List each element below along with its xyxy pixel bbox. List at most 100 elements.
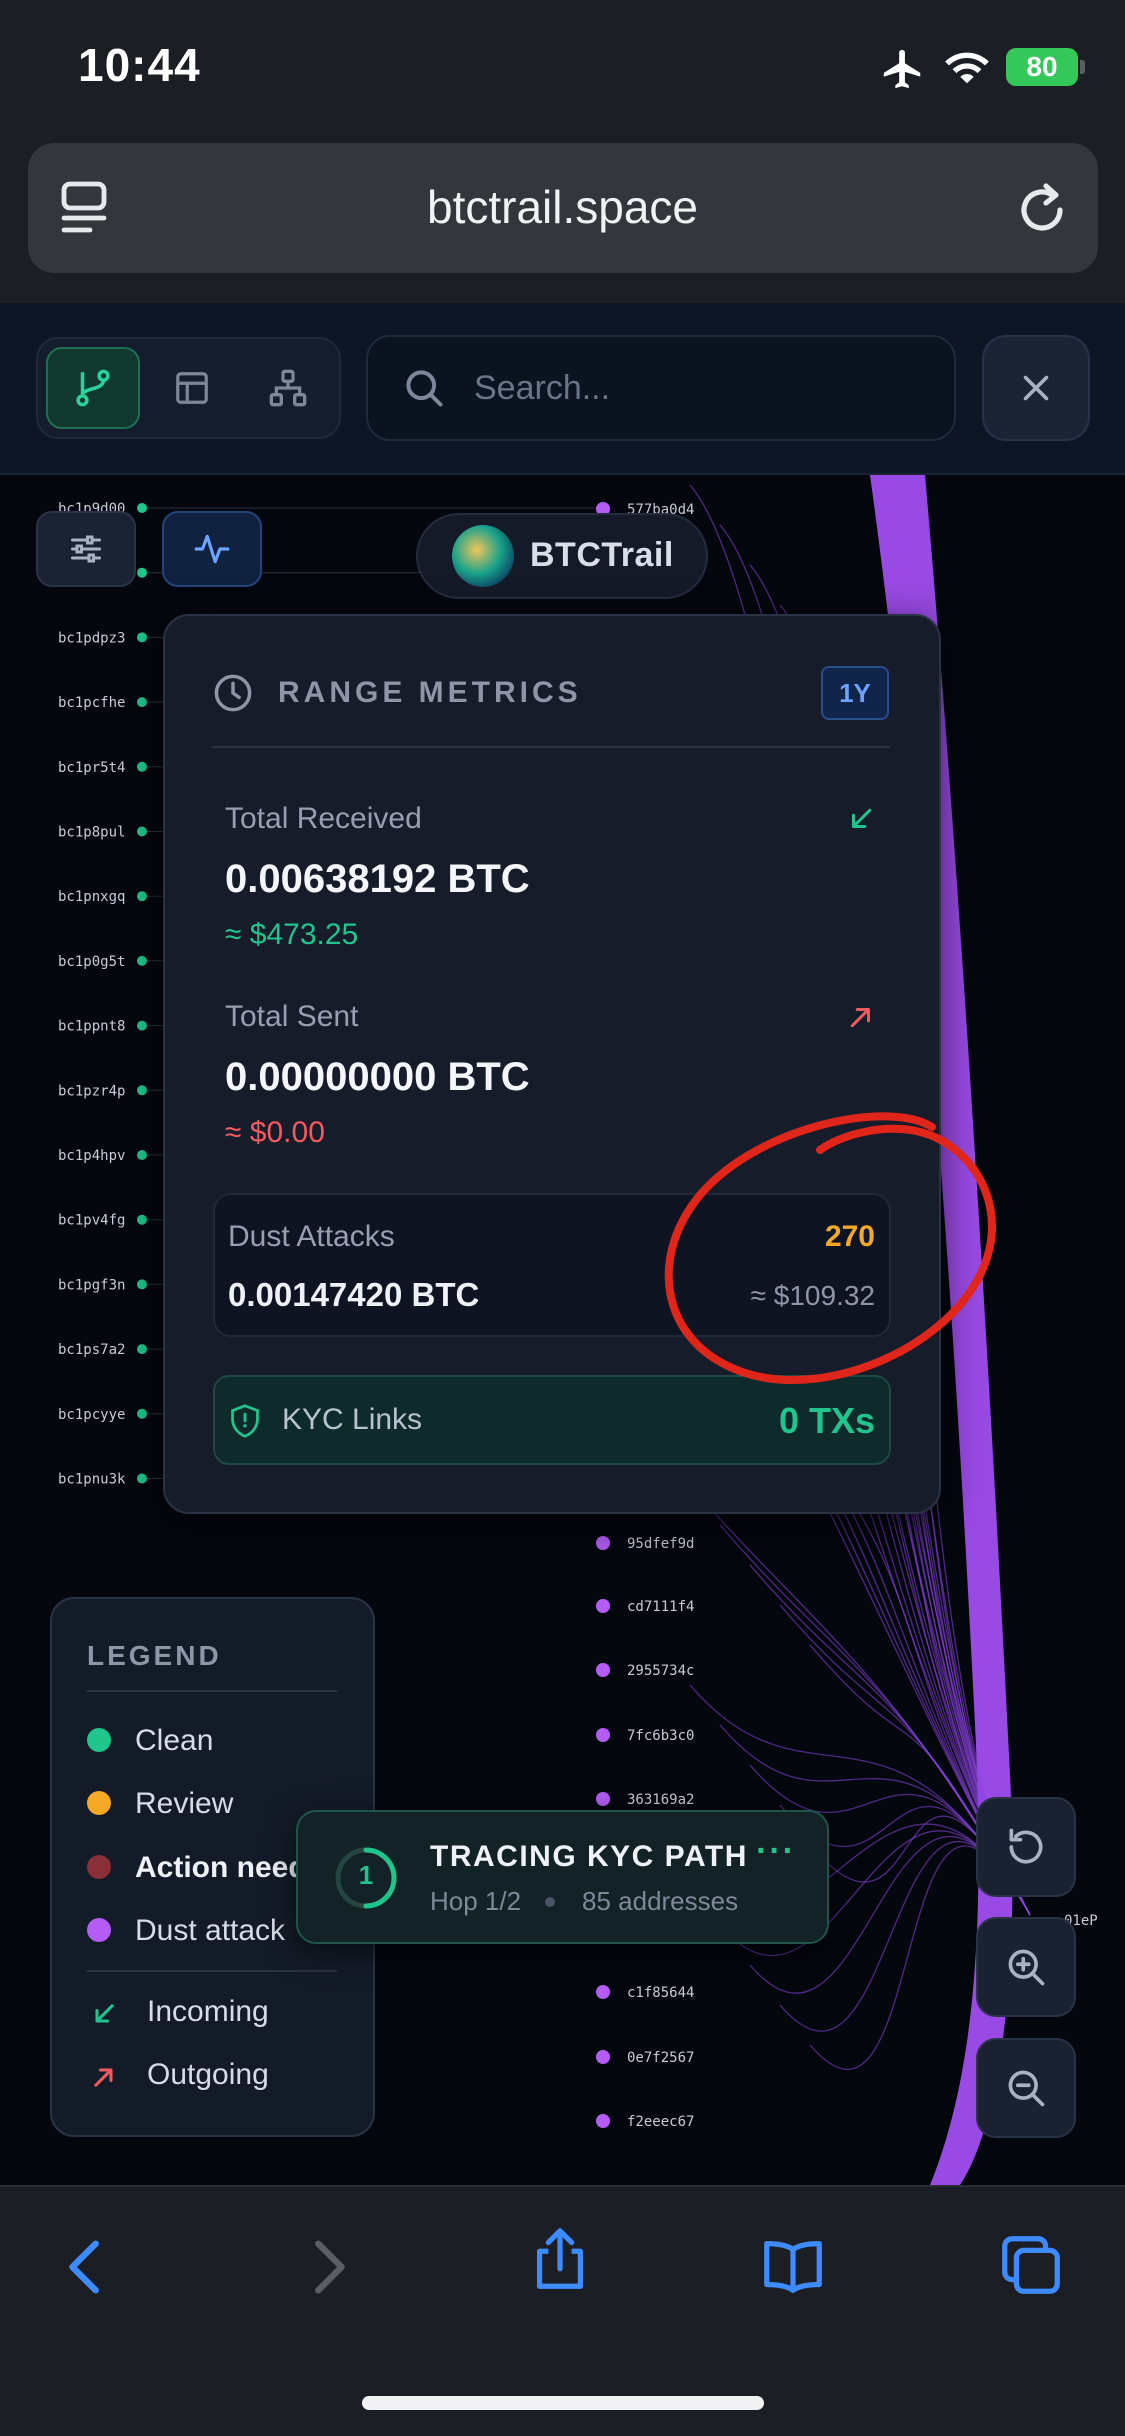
activity-button[interactable] [162, 511, 262, 587]
network-icon [269, 369, 307, 407]
trace-hop: Hop 1/2 [430, 1886, 522, 1916]
dust-node [596, 2050, 610, 2064]
rotate-ccw-icon [1009, 1828, 1043, 1864]
range-badge[interactable]: 1Y [821, 666, 889, 720]
dust-node [596, 1663, 610, 1677]
zoom-in-icon [1008, 1949, 1045, 1986]
legend-clean-dot [87, 1728, 111, 1752]
graph-view-button[interactable] [46, 347, 140, 429]
outgoing-arrow-icon [94, 2068, 113, 2087]
address-node [137, 826, 147, 837]
tx-label: 0e7f2567 [627, 2050, 694, 2066]
address-node [137, 632, 147, 643]
tx-label: 95dfef9d [627, 1536, 694, 1552]
dust-node [596, 1536, 610, 1550]
trace-title: TRACING KYC PATH [430, 1840, 748, 1873]
tree-view-button[interactable] [244, 347, 332, 429]
tx-label: 363169a2 [627, 1792, 694, 1808]
brand-logo [452, 525, 514, 587]
address-node [137, 1214, 147, 1225]
legend-outgoing-label: Outgoing [147, 2058, 269, 2091]
wifi-icon [945, 52, 989, 84]
filters-button[interactable] [36, 511, 136, 587]
legend-title: LEGEND [87, 1640, 222, 1671]
address-label: bc1pdpz3 [58, 630, 125, 646]
address-node [137, 1473, 147, 1484]
outgoing-arrow-icon [850, 1008, 870, 1028]
clock-icon [214, 674, 252, 712]
reload-icon[interactable] [1016, 180, 1070, 236]
shield-icon [231, 1404, 259, 1438]
zoom-in-button[interactable] [976, 1917, 1076, 2017]
sliders-icon [71, 535, 101, 563]
dust-attacks-label: Dust Attacks [228, 1220, 395, 1253]
url-text[interactable]: btctrail.space [0, 180, 1125, 234]
legend-dust-dot [87, 1918, 111, 1942]
legend-action-label: Action need [135, 1851, 307, 1884]
share-icon[interactable] [525, 2225, 595, 2295]
address-node [137, 503, 147, 513]
dust-node [596, 1599, 610, 1613]
address-node [137, 1085, 147, 1096]
git-branch-icon [76, 369, 110, 407]
address-node [137, 955, 147, 966]
dust-node [596, 1792, 610, 1806]
forward-icon[interactable] [292, 2232, 362, 2302]
search-input[interactable] [474, 357, 934, 419]
address-label: bc1pnxgq [58, 889, 125, 905]
address-label: bc1pzr4p [58, 1083, 125, 1099]
close-button[interactable] [982, 335, 1090, 441]
legend-dust-label: Dust attack [135, 1914, 286, 1947]
total-sent-fiat: ≈ $0.00 [225, 1116, 325, 1149]
address-label: bc1ppnt8 [58, 1019, 125, 1035]
total-sent-label: Total Sent [225, 1000, 359, 1033]
kyc-links-count: 0 TXs [778, 1400, 875, 1441]
reset-view-button[interactable] [976, 1797, 1076, 1897]
address-label: bc1p8pul [58, 825, 125, 841]
address-node [137, 1020, 147, 1031]
total-received-fiat: ≈ $473.25 [225, 918, 359, 951]
address-label: bc1pr5t4 [58, 760, 125, 776]
activity-icon [194, 534, 230, 564]
legend-action-dot [87, 1855, 111, 1879]
address-label: bc1ps7a2 [58, 1342, 125, 1358]
tx-label: 7fc6b3c0 [627, 1728, 694, 1744]
bookmarks-icon[interactable] [758, 2232, 828, 2302]
dust-node [596, 1728, 610, 1742]
legend-divider [87, 1690, 337, 1692]
search-icon [406, 370, 443, 407]
tx-label: 2955734c [627, 1663, 694, 1679]
more-icon[interactable]: ··· [756, 1832, 796, 1871]
airplane-icon [883, 49, 921, 89]
legend-incoming-label: Incoming [147, 1995, 269, 2028]
incoming-arrow-icon [852, 808, 872, 828]
metrics-divider [212, 746, 890, 748]
zoom-out-button[interactable] [976, 2038, 1076, 2138]
tx-label: cd7111f4 [627, 1599, 694, 1615]
address-label: bc1p4hpv [58, 1148, 125, 1164]
legend-divider [87, 1970, 337, 1972]
tabs-icon[interactable] [996, 2230, 1066, 2300]
back-icon[interactable] [52, 2232, 122, 2302]
address-node [137, 1150, 147, 1160]
kyc-links-label: KYC Links [282, 1403, 423, 1436]
tx-label: f2eeec67 [627, 2114, 694, 2130]
address-label: bc1pcfhe [58, 695, 125, 711]
trace-step-number: 1 [358, 1860, 374, 1890]
dust-node [596, 1985, 610, 1999]
address-label: bc1p0g5t [58, 954, 125, 970]
address-node [137, 1344, 147, 1355]
home-indicator [362, 2396, 764, 2410]
address-node [137, 697, 147, 708]
address-node [137, 761, 147, 772]
dust-attacks-value: 0.00147420 BTC [228, 1276, 480, 1313]
layout-icon [176, 372, 208, 404]
dust-node [596, 2114, 610, 2128]
annotation-circle [664, 1112, 996, 1384]
legend-clean-label: Clean [135, 1724, 214, 1757]
table-view-button[interactable] [148, 347, 236, 429]
address-node [137, 1408, 147, 1419]
total-sent-value: 0.00000000 BTC [225, 1055, 530, 1099]
brand-name: BTCTrail [530, 536, 674, 574]
address-label: bc1pnu3k [58, 1472, 126, 1488]
